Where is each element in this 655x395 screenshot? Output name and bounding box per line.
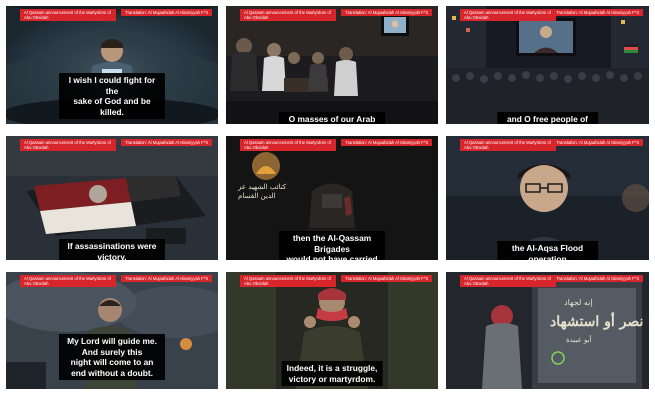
translation-tag: Translation: Al Mujaahidah Al Islamiyyah…	[121, 139, 212, 146]
announcement-tag: Al Qassam announcement of the Martyrdom …	[20, 275, 116, 287]
qassam-logo-text: كتائب الشهيد عز الدين القسام	[238, 183, 287, 200]
panel-6: Al Qassam announcement of the Martyrdom …	[446, 136, 649, 260]
panel-9: إنه لجهاد نصر أو استشهاد أبو عبيدة Al Qa…	[446, 272, 649, 389]
subtitle-caption: then the Al-Qassam Brigades would not ha…	[279, 231, 385, 260]
panel-7: Al Qassam announcement of the Martyrdom …	[6, 272, 218, 389]
announcement-tag: Al Qassam announcement of the Martyrdom …	[240, 139, 336, 151]
city-crowd-scene	[446, 6, 649, 124]
announcement-tag: Al Qassam announcement of the Martyrdom …	[460, 9, 556, 21]
panel-2: Al Qassam announcement of the Martyrdom …	[226, 6, 438, 124]
panel-1: Al Qassam announcement of the Martyrdom …	[6, 6, 218, 124]
subtitle-caption: the Al-Aqsa Flood operation	[496, 241, 599, 260]
translation-tag: Translation: Al Mujaahidah Al Islamiyyah…	[341, 139, 432, 146]
calligraphy-top: إنه لجهاد	[564, 298, 593, 307]
subtitle-caption: Indeed, it is a struggle, victory or mar…	[281, 361, 383, 386]
panel-3: Al Qassam announcement of the Martyrdom …	[446, 6, 649, 124]
announcement-tag: Al Qassam announcement of the Martyrdom …	[240, 275, 336, 287]
translation-tag: Translation: Al Mujaahidah Al Islamiyyah…	[121, 275, 212, 282]
calligraphy-sub: أبو عبيدة	[566, 336, 592, 344]
translation-tag: Translation: Al Mujaahidah Al Islamiyyah…	[552, 9, 643, 16]
panel-8: Al Qassam announcement of the Martyrdom …	[226, 272, 438, 389]
subtitle-caption: O masses of our Arab and Islamic nation,	[279, 112, 385, 124]
subtitle-caption: If assassinations were victory,	[59, 239, 165, 260]
announcement-tag: Al Qassam announcement of the Martyrdom …	[20, 139, 116, 151]
subtitle-caption: and O free people of the world everywher…	[496, 112, 599, 124]
panel-5: كتائب الشهيد عز الدين القسام Al Qassam a…	[226, 136, 438, 260]
translation-tag: Translation: Al Mujaahidah Al Islamiyyah…	[341, 275, 432, 282]
room-scene	[226, 6, 438, 124]
translation-tag: Translation: Al Mujaahidah Al Islamiyyah…	[552, 139, 643, 146]
announcement-tag: Al Qassam announcement of the Martyrdom …	[20, 9, 116, 21]
translation-tag: Translation: Al Mujaahidah Al Islamiyyah…	[121, 9, 212, 16]
calligraphy-main: نصر أو استشهاد	[550, 314, 644, 330]
translation-tag: Translation: Al Mujaahidah Al Islamiyyah…	[341, 9, 432, 16]
doorway-scene	[446, 272, 649, 389]
panel-4: Al Qassam announcement of the Martyrdom …	[6, 136, 218, 260]
announcement-tag: Al Qassam announcement of the Martyrdom …	[460, 275, 556, 287]
subtitle-caption: My Lord will guide me. And surely this n…	[59, 334, 165, 380]
video-frame-grid: Al Qassam announcement of the Martyrdom …	[0, 0, 655, 395]
translation-tag: Translation: Al Mujaahidah Al Islamiyyah…	[552, 275, 643, 282]
announcement-tag: Al Qassam announcement of the Martyrdom …	[460, 139, 556, 151]
announcement-tag: Al Qassam announcement of the Martyrdom …	[240, 9, 336, 21]
subtitle-caption: I wish I could fight for the sake of God…	[59, 73, 165, 119]
